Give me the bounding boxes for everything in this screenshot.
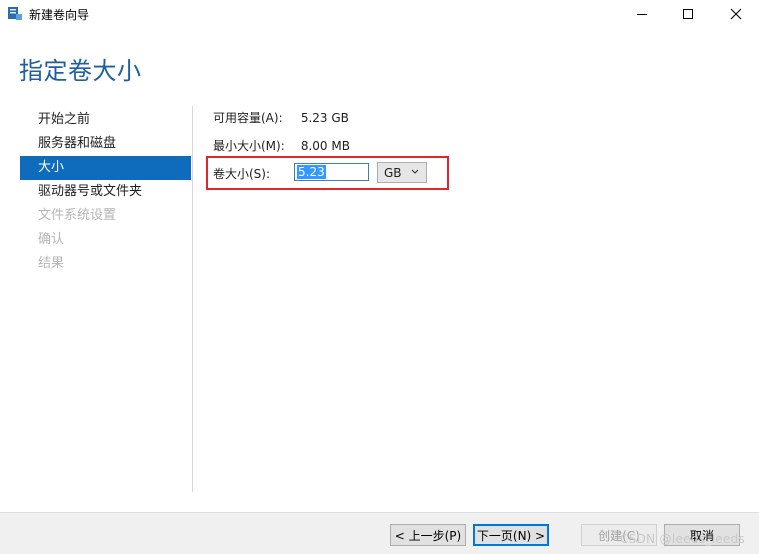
chevron-down-icon — [411, 169, 419, 174]
maximize-icon — [683, 9, 693, 19]
title-bar: 新建卷向导 — [0, 0, 759, 28]
nav-item-size[interactable]: 大小 — [20, 156, 191, 180]
next-button[interactable]: 下一页(N) > — [473, 524, 549, 546]
minimize-icon — [637, 14, 647, 15]
size-unit-select[interactable]: GB — [377, 162, 427, 183]
volume-size-input[interactable]: 5.23 — [294, 163, 369, 181]
close-icon — [730, 8, 742, 20]
volume-size-value: 5.23 — [297, 165, 326, 179]
volume-size-label: 卷大小(S): — [213, 167, 271, 181]
minimum-size-label: 最小大小(M): — [213, 139, 285, 153]
nav-item-drive-letter-or-folder[interactable]: 驱动器号或文件夹 — [20, 180, 191, 204]
nav-item-results: 结果 — [38, 256, 65, 271]
maximize-button[interactable] — [665, 0, 711, 28]
nav-item-confirmation: 确认 — [38, 232, 65, 247]
vertical-divider — [192, 106, 193, 492]
watermark-text: CSDN @leeds_leeds — [620, 532, 746, 546]
nav-item-file-system-settings: 文件系统设置 — [38, 208, 117, 223]
volume-wizard-icon — [7, 5, 23, 21]
size-unit-value: GB — [384, 165, 402, 180]
previous-button[interactable]: < 上一步(P) — [390, 524, 466, 546]
page-title: 指定卷大小 — [19, 57, 142, 85]
available-capacity-value: 5.23 GB — [300, 111, 349, 125]
nav-item-before-you-begin[interactable]: 开始之前 — [20, 108, 191, 132]
wizard-steps-nav: 开始之前 服务器和磁盘 大小 驱动器号或文件夹 文件系统设置 确认 结果 — [20, 108, 191, 276]
available-capacity-label: 可用容量(A): — [213, 111, 283, 125]
minimum-size-row: 最小大小(M): 8.00 MB — [213, 137, 350, 154]
nav-item-server-and-disk[interactable]: 服务器和磁盘 — [20, 132, 191, 156]
minimum-size-value: 8.00 MB — [300, 139, 350, 153]
window-title: 新建卷向导 — [29, 8, 90, 22]
close-button[interactable] — [713, 0, 759, 28]
available-capacity-row: 可用容量(A): 5.23 GB — [213, 109, 349, 126]
minimize-button[interactable] — [619, 0, 665, 28]
